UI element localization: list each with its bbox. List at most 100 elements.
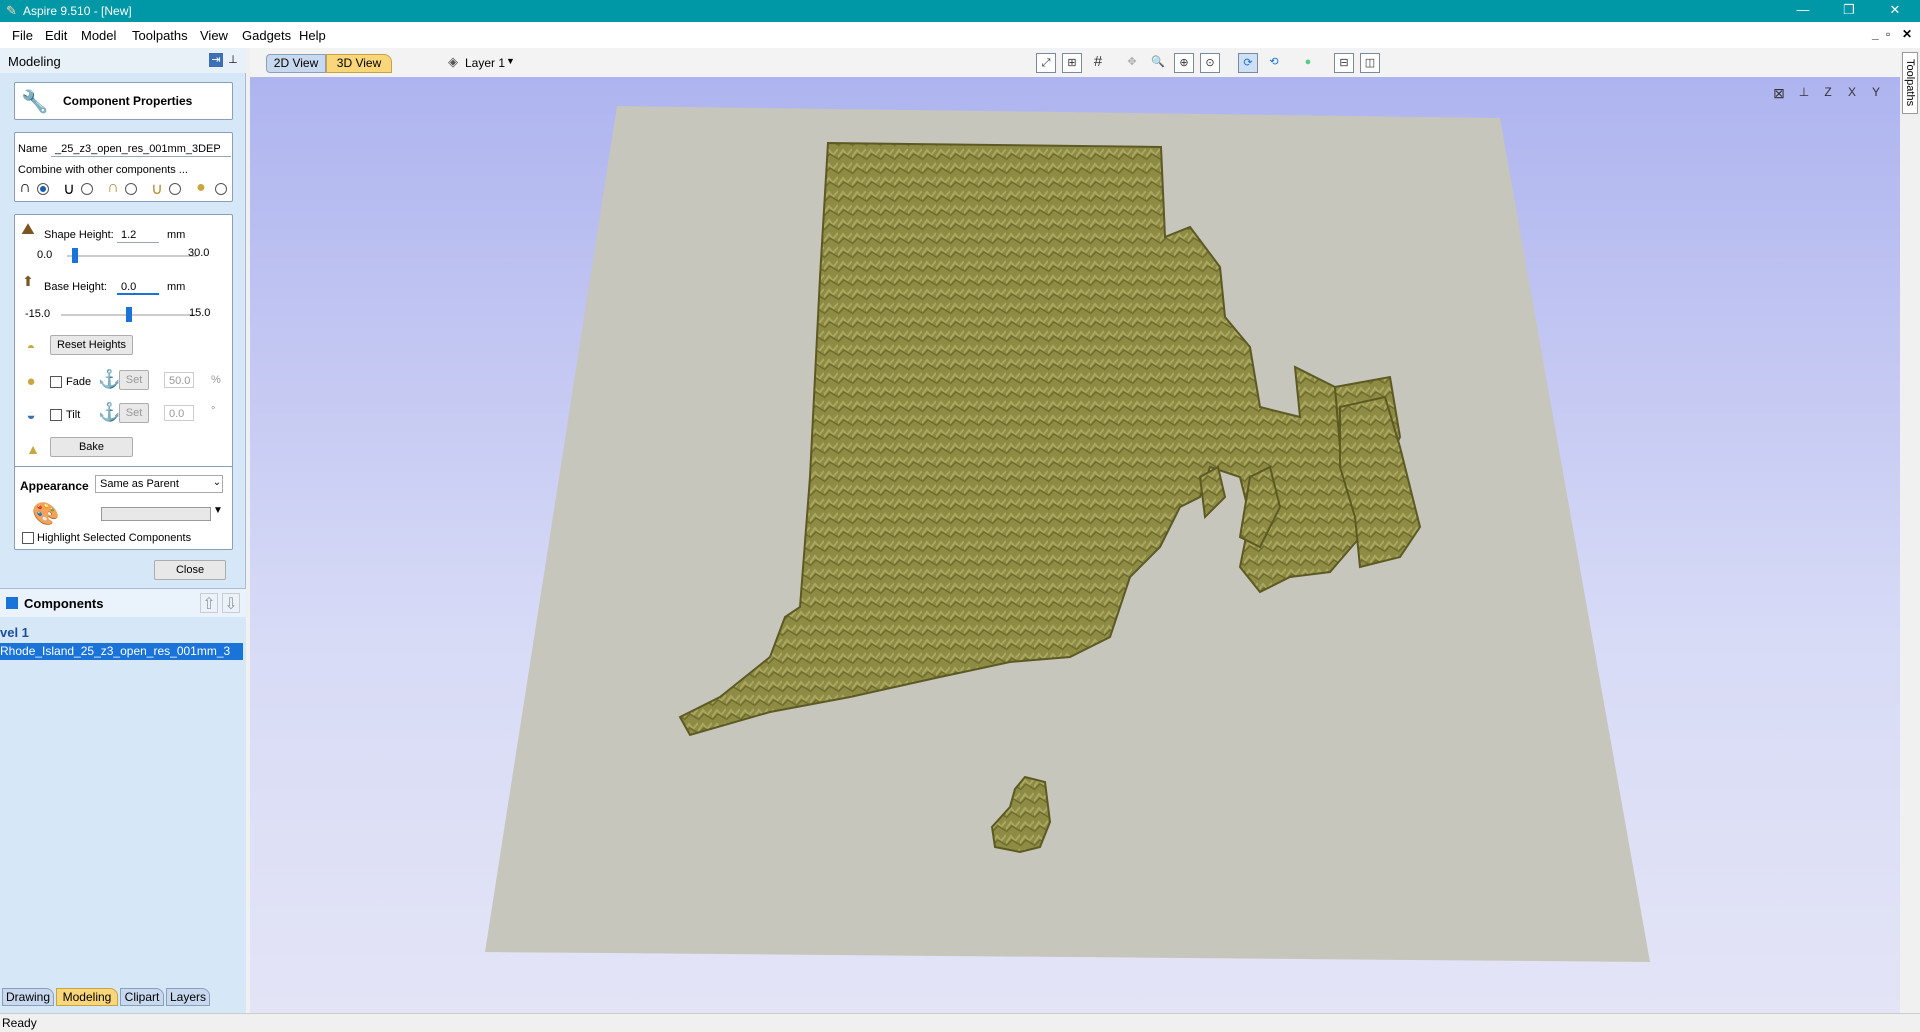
shape-height-slider[interactable] <box>67 255 197 257</box>
zoom-selected-icon[interactable]: ⊙ <box>1200 53 1220 73</box>
layer-selector[interactable]: Layer 1 <box>465 56 505 70</box>
component-list-item[interactable]: Rhode_Island_25_z3_open_res_001mm_3 <box>0 643 243 660</box>
shape-height-slider-thumb[interactable] <box>72 248 79 263</box>
appearance-label: Appearance <box>20 479 89 493</box>
tilt-checkbox[interactable] <box>50 409 62 421</box>
color-swatch[interactable] <box>101 507 211 521</box>
y-view-icon[interactable]: Y <box>1866 85 1886 99</box>
component-properties-title: Component Properties <box>63 94 193 108</box>
name-label: Name <box>18 143 48 155</box>
wrench-icon: 🔧 <box>21 89 49 114</box>
menu-file[interactable]: File <box>12 28 33 43</box>
fade-anchor-icon[interactable]: ⚓ <box>98 369 120 390</box>
zoom-in-icon[interactable]: ⊕ <box>1174 53 1194 73</box>
mdi-close-button[interactable]: ✕ <box>1902 27 1912 41</box>
fit-view-icon[interactable]: ⊠ <box>1770 85 1788 102</box>
zoom-all-icon[interactable]: ⤢ <box>1036 53 1056 73</box>
menu-gadgets[interactable]: Gadgets <box>242 28 291 43</box>
combine-low-radio[interactable] <box>169 183 181 195</box>
menu-model[interactable]: Model <box>81 28 116 43</box>
aspire-app-icon: ✎ <box>6 3 17 18</box>
status-bar: Ready <box>0 1013 1920 1032</box>
name-field[interactable]: _25_z3_open_res_001mm_3DEP <box>51 141 231 157</box>
combine-label: Combine with other components ... <box>18 164 188 176</box>
minimize-button[interactable]: — <box>1780 0 1826 22</box>
tab-2d-view[interactable]: 2D View <box>266 54 326 73</box>
combine-merge-radio[interactable] <box>125 183 137 195</box>
split-vertical-icon[interactable]: ◫ <box>1360 53 1380 73</box>
move-down-icon[interactable]: ⇩ <box>222 593 240 613</box>
components-panel: Components ⇧ ⇩ vel 1 Rhode_Island_25_z3_… <box>0 588 246 1027</box>
zoom-box-icon[interactable]: ⊞ <box>1062 53 1082 73</box>
shape-height-unit: mm <box>167 229 186 241</box>
tab-modeling[interactable]: Modeling <box>56 988 118 1006</box>
components-level-label[interactable]: vel 1 <box>0 625 29 640</box>
title-bar: ✎ Aspire 9.510 - [New] — ❐ ✕ <box>0 0 1920 22</box>
close-button[interactable]: Close <box>154 560 226 580</box>
mdi-restore-button[interactable]: ▫ <box>1886 27 1890 41</box>
combine-multiply-radio[interactable] <box>215 183 227 195</box>
grid-icon[interactable]: # <box>1088 53 1108 73</box>
shape-height-icon: ⛰ <box>21 221 35 238</box>
menu-help[interactable]: Help <box>299 28 326 43</box>
panel-header: Modeling ⇥ ⊥ <box>0 48 246 73</box>
reset-heights-icon: ◓ <box>26 339 36 355</box>
move-up-icon[interactable]: ⇧ <box>200 593 218 613</box>
zoom-icon[interactable]: 🔍 <box>1148 53 1168 73</box>
split-horizontal-icon[interactable]: ⊟ <box>1334 53 1354 73</box>
menu-edit[interactable]: Edit <box>45 28 67 43</box>
components-title: Components <box>24 596 104 611</box>
menu-toolpaths[interactable]: Toolpaths <box>132 28 188 43</box>
snap-icon[interactable]: ⟲ <box>1264 53 1284 73</box>
tilt-anchor-icon[interactable]: ⚓ <box>98 402 120 423</box>
combine-subtract-icon: ∪ <box>63 181 75 198</box>
restore-button[interactable]: ❐ <box>1826 0 1872 22</box>
fade-value-field[interactable]: 50.0 <box>164 372 194 388</box>
combine-add-radio[interactable] <box>37 183 49 195</box>
panel-dock-icon[interactable]: ⇥ <box>209 53 223 67</box>
component-properties-header: 🔧 Component Properties <box>14 82 233 120</box>
appearance-box: Appearance Same as Parent ⌄ 🎨 ▼ Highligh… <box>14 466 233 550</box>
render-icon[interactable]: ● <box>1298 53 1318 73</box>
shape-height-field[interactable]: 1.2 <box>117 227 159 243</box>
fade-label: Fade <box>66 376 92 388</box>
rotate-view-icon[interactable]: ⟳ <box>1238 53 1258 73</box>
components-visible-checkbox[interactable] <box>6 597 18 609</box>
layer-dropdown-icon[interactable]: ▼ <box>506 56 515 66</box>
top-view-icon[interactable]: Z <box>1818 85 1838 99</box>
tab-drawing[interactable]: Drawing <box>2 988 54 1006</box>
appearance-dropdown-icon[interactable]: ⌄ <box>211 477 223 488</box>
base-height-field[interactable]: 0.0 <box>117 279 159 295</box>
fade-checkbox[interactable] <box>50 376 62 388</box>
combine-add-icon: ∩ <box>19 179 31 196</box>
highlight-label: Highlight Selected Components <box>37 532 192 544</box>
tab-layers[interactable]: Layers <box>166 988 210 1006</box>
3d-scene <box>485 106 1650 962</box>
x-view-icon[interactable]: X <box>1842 85 1862 99</box>
bake-button[interactable]: Bake <box>50 437 133 457</box>
color-dropdown-icon[interactable]: ▼ <box>212 505 224 516</box>
status-text: Ready <box>2 1016 37 1030</box>
tilt-value-field[interactable]: 0.0 <box>164 405 194 421</box>
shape-height-max: 30.0 <box>188 247 210 259</box>
appearance-select[interactable]: Same as Parent <box>95 475 223 493</box>
mdi-minimize-button[interactable]: _ <box>1872 27 1879 41</box>
tab-3d-view[interactable]: 3D View <box>326 54 392 73</box>
pan-icon[interactable]: ✥ <box>1122 53 1142 73</box>
base-height-slider-thumb[interactable] <box>125 307 132 322</box>
menu-bar: File Edit Model Toolpaths View Gadgets H… <box>0 22 1920 48</box>
toolpaths-tab[interactable]: Toolpaths <box>1902 52 1918 114</box>
tilt-set-button[interactable]: Set <box>119 403 149 423</box>
iso-view-icon[interactable]: ⊥ <box>1794 85 1814 99</box>
menu-view[interactable]: View <box>200 28 228 43</box>
highlight-checkbox[interactable] <box>22 532 34 544</box>
pin-icon[interactable]: ⊥ <box>226 53 240 67</box>
palette-icon[interactable]: 🎨 <box>31 501 61 527</box>
3d-viewport[interactable]: ⊠ ⊥ Z X Y <box>250 77 1900 1013</box>
view-toolbar: 2D View 3D View ◈ Layer 1 ▼ ⤢ ⊞ # ✥ 🔍 ⊕ … <box>250 48 1900 77</box>
fade-set-button[interactable]: Set <box>119 370 149 390</box>
tab-clipart[interactable]: Clipart <box>120 988 164 1006</box>
reset-heights-button[interactable]: Reset Heights <box>50 335 133 355</box>
close-window-button[interactable]: ✕ <box>1872 0 1918 22</box>
combine-subtract-radio[interactable] <box>81 183 93 195</box>
